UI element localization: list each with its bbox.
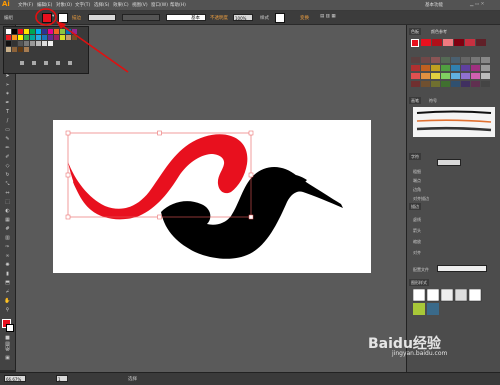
- tab-color-guide[interactable]: 颜色参考: [429, 28, 449, 35]
- stroke-row-corner: 边角: [413, 187, 421, 192]
- status-mode-label: 选择: [128, 377, 137, 382]
- watermark-url: jingyan.baidu.com: [392, 350, 448, 357]
- tab-brushes[interactable]: 画笔: [409, 97, 421, 104]
- stroke-row-cap: 端点: [413, 178, 421, 183]
- base-color-swatch[interactable]: [411, 39, 419, 47]
- zoom-field[interactable]: 66.67%: [4, 375, 26, 382]
- arrow-align-label: 对齐: [413, 250, 421, 255]
- right-panel-dock: 色板 颜色参考 画笔 符号 字符 描边 粗细 端点 边角 对齐描边 虚线 箭头 …: [406, 25, 500, 372]
- color-harmony-strip[interactable]: [421, 39, 497, 46]
- graphic-styles-grid[interactable]: [413, 289, 495, 317]
- arrowheads-label: 箭头: [413, 228, 421, 233]
- profile-label: 配置文件: [413, 267, 429, 272]
- arrow-scale-label: 缩放: [413, 239, 421, 244]
- dashed-line-label: 虚线: [413, 217, 421, 222]
- tab-symbols[interactable]: 符号: [427, 97, 439, 104]
- brush-library[interactable]: [413, 107, 495, 137]
- tab-swatches[interactable]: 色板: [409, 28, 421, 35]
- profile-dropdown[interactable]: [437, 265, 487, 272]
- stroke-row-weight: 粗细: [413, 169, 421, 174]
- annotation-arrow: [59, 23, 129, 73]
- tab-graphic-styles[interactable]: 图形样式: [409, 279, 429, 286]
- color-guide-grid[interactable]: [411, 57, 497, 103]
- artboard-number-field[interactable]: 1: [56, 375, 68, 382]
- stroke-row-align: 对齐描边: [413, 196, 429, 201]
- font-field[interactable]: [437, 159, 461, 166]
- tab-stroke[interactable]: 描边: [409, 203, 421, 210]
- highlight-circle: [35, 8, 57, 26]
- status-bar: 66.67% 1 选择: [0, 372, 500, 385]
- tab-character[interactable]: 字符: [409, 153, 421, 160]
